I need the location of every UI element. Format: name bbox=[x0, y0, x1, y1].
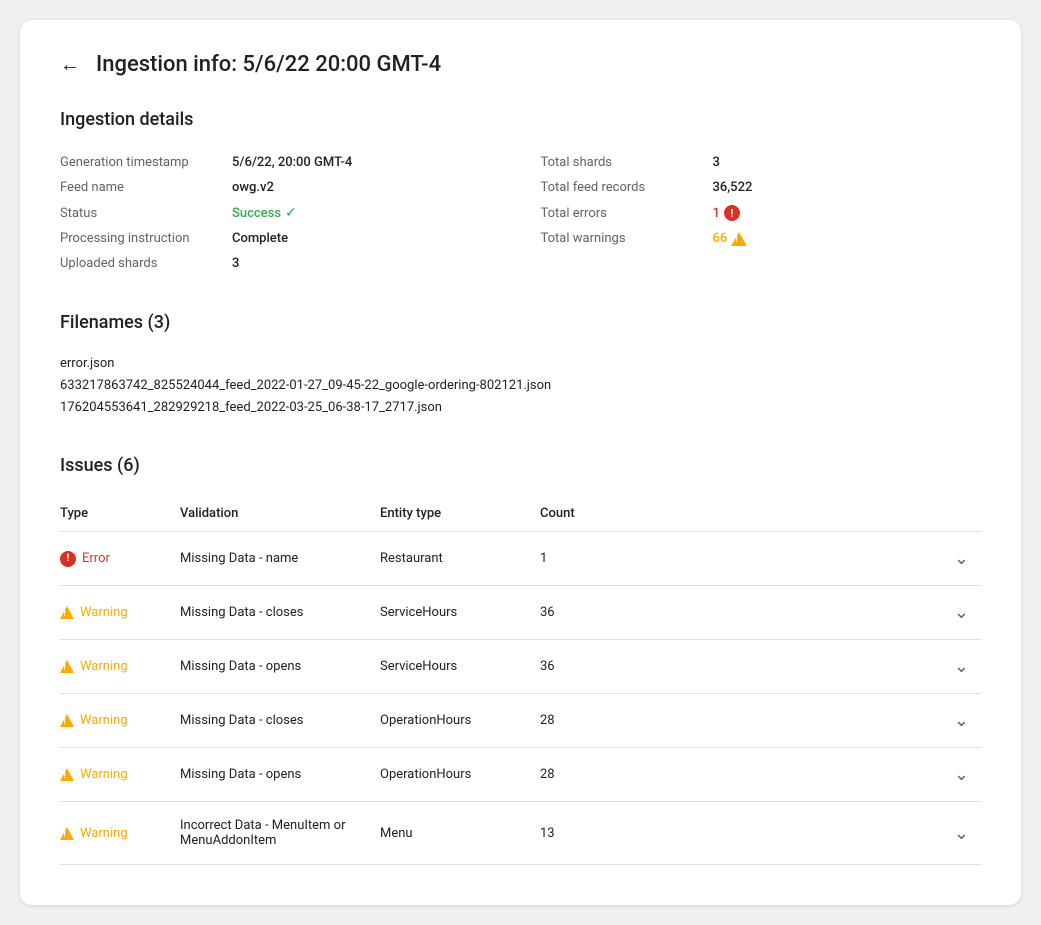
cell-entity-type: ServiceHours bbox=[380, 640, 540, 694]
cell-entity-type: Restaurant bbox=[380, 532, 540, 586]
value-total-feed-records: 36,522 bbox=[713, 180, 753, 195]
cell-validation: Missing Data - opens bbox=[180, 640, 380, 694]
expand-button[interactable]: ⌄ bbox=[620, 548, 969, 569]
warning-icon bbox=[60, 827, 74, 840]
label-total-warnings: Total warnings bbox=[541, 231, 701, 246]
type-warning-label: Warning bbox=[60, 713, 168, 728]
value-total-shards: 3 bbox=[713, 155, 720, 170]
type-error-label: ! Error bbox=[60, 551, 168, 567]
label-status: Status bbox=[60, 206, 220, 221]
warning-icon bbox=[60, 660, 74, 673]
back-button[interactable]: ← bbox=[60, 52, 80, 77]
table-row: ! Error Missing Data - nameRestaurant1⌄ bbox=[60, 532, 981, 586]
col-header-entity-type: Entity type bbox=[380, 496, 540, 532]
issues-section: Issues (6) Type Validation Entity type C… bbox=[60, 455, 981, 865]
cell-count: 13 bbox=[540, 802, 620, 865]
error-circle-icon: ! bbox=[724, 205, 740, 221]
detail-row-uploaded-shards: Uploaded shards 3 bbox=[60, 251, 501, 276]
main-card: ← Ingestion info: 5/6/22 20:00 GMT-4 Ing… bbox=[20, 20, 1021, 905]
detail-row-generation-timestamp: Generation timestamp 5/6/22, 20:00 GMT-4 bbox=[60, 150, 501, 175]
table-row: Warning Missing Data - opensServiceHours… bbox=[60, 640, 981, 694]
value-processing-instruction: Complete bbox=[232, 231, 288, 246]
details-left: Generation timestamp 5/6/22, 20:00 GMT-4… bbox=[60, 150, 501, 276]
cell-validation: Missing Data - opens bbox=[180, 748, 380, 802]
label-processing-instruction: Processing instruction bbox=[60, 231, 220, 246]
cell-entity-type: OperationHours bbox=[380, 694, 540, 748]
value-generation-timestamp: 5/6/22, 20:00 GMT-4 bbox=[232, 155, 352, 170]
cell-count: 36 bbox=[540, 586, 620, 640]
table-row: Warning Incorrect Data - MenuItem or Men… bbox=[60, 802, 981, 865]
detail-row-status: Status Success ✓ bbox=[60, 200, 501, 226]
col-header-count: Count bbox=[540, 496, 620, 532]
cell-validation: Incorrect Data - MenuItem or MenuAddonIt… bbox=[180, 802, 380, 865]
value-total-warnings: 66 bbox=[713, 231, 748, 246]
cell-count: 36 bbox=[540, 640, 620, 694]
detail-row-processing-instruction: Processing instruction Complete bbox=[60, 226, 501, 251]
value-feed-name: owg.v2 bbox=[232, 180, 274, 195]
cell-entity-type: OperationHours bbox=[380, 748, 540, 802]
cell-entity-type: ServiceHours bbox=[380, 586, 540, 640]
type-warning-label: Warning bbox=[60, 767, 168, 782]
label-feed-name: Feed name bbox=[60, 180, 220, 195]
value-status: Success ✓ bbox=[232, 205, 297, 221]
value-uploaded-shards: 3 bbox=[232, 256, 239, 271]
col-header-validation: Validation bbox=[180, 496, 380, 532]
label-total-feed-records: Total feed records bbox=[541, 180, 701, 195]
value-total-errors: 1 ! bbox=[713, 205, 740, 221]
cell-count: 28 bbox=[540, 694, 620, 748]
table-row: Warning Missing Data - closesOperationHo… bbox=[60, 694, 981, 748]
expand-button[interactable]: ⌄ bbox=[620, 656, 969, 677]
page-title: Ingestion info: 5/6/22 20:00 GMT-4 bbox=[96, 52, 441, 77]
detail-row-total-shards: Total shards 3 bbox=[541, 150, 982, 175]
detail-row-feed-name: Feed name owg.v2 bbox=[60, 175, 501, 200]
ingestion-details-section: Ingestion details Generation timestamp 5… bbox=[60, 109, 981, 276]
cell-validation: Missing Data - closes bbox=[180, 586, 380, 640]
type-warning-label: Warning bbox=[60, 659, 168, 674]
error-icon: ! bbox=[60, 551, 76, 567]
issues-table: Type Validation Entity type Count ! Erro… bbox=[60, 496, 981, 865]
expand-button[interactable]: ⌄ bbox=[620, 602, 969, 623]
detail-row-total-errors: Total errors 1 ! bbox=[541, 200, 982, 226]
warning-icon bbox=[60, 714, 74, 727]
filenames-title: Filenames (3) bbox=[60, 312, 981, 333]
details-right: Total shards 3 Total feed records 36,522… bbox=[541, 150, 982, 276]
cell-count: 1 bbox=[540, 532, 620, 586]
table-header-row: Type Validation Entity type Count bbox=[60, 496, 981, 532]
col-header-type: Type bbox=[60, 496, 180, 532]
label-generation-timestamp: Generation timestamp bbox=[60, 155, 220, 170]
type-warning-label: Warning bbox=[60, 826, 168, 841]
details-grid: Generation timestamp 5/6/22, 20:00 GMT-4… bbox=[60, 150, 981, 276]
type-warning-label: Warning bbox=[60, 605, 168, 620]
filename-item: error.json bbox=[60, 353, 981, 375]
filename-item: 176204553641_282929218_feed_2022-03-25_0… bbox=[60, 397, 981, 419]
expand-button[interactable]: ⌄ bbox=[620, 823, 969, 844]
label-total-shards: Total shards bbox=[541, 155, 701, 170]
cell-validation: Missing Data - closes bbox=[180, 694, 380, 748]
filename-item: 633217863742_825524044_feed_2022-01-27_0… bbox=[60, 375, 981, 397]
issues-title: Issues (6) bbox=[60, 455, 981, 476]
detail-row-total-warnings: Total warnings 66 bbox=[541, 226, 982, 251]
table-row: Warning Missing Data - closesServiceHour… bbox=[60, 586, 981, 640]
ingestion-details-title: Ingestion details bbox=[60, 109, 981, 130]
cell-count: 28 bbox=[540, 748, 620, 802]
label-uploaded-shards: Uploaded shards bbox=[60, 256, 220, 271]
expand-button[interactable]: ⌄ bbox=[620, 710, 969, 731]
cell-validation: Missing Data - name bbox=[180, 532, 380, 586]
filenames-section: Filenames (3) error.json 633217863742_82… bbox=[60, 312, 981, 419]
warning-triangle-icon bbox=[731, 232, 747, 246]
detail-row-total-feed-records: Total feed records 36,522 bbox=[541, 175, 982, 200]
expand-button[interactable]: ⌄ bbox=[620, 764, 969, 785]
table-row: Warning Missing Data - opensOperationHou… bbox=[60, 748, 981, 802]
warning-icon bbox=[60, 768, 74, 781]
filenames-list: error.json 633217863742_825524044_feed_2… bbox=[60, 353, 981, 419]
cell-entity-type: Menu bbox=[380, 802, 540, 865]
page-header: ← Ingestion info: 5/6/22 20:00 GMT-4 bbox=[60, 52, 981, 77]
check-icon: ✓ bbox=[285, 205, 297, 221]
warning-icon bbox=[60, 606, 74, 619]
col-header-action bbox=[620, 496, 981, 532]
label-total-errors: Total errors bbox=[541, 206, 701, 221]
